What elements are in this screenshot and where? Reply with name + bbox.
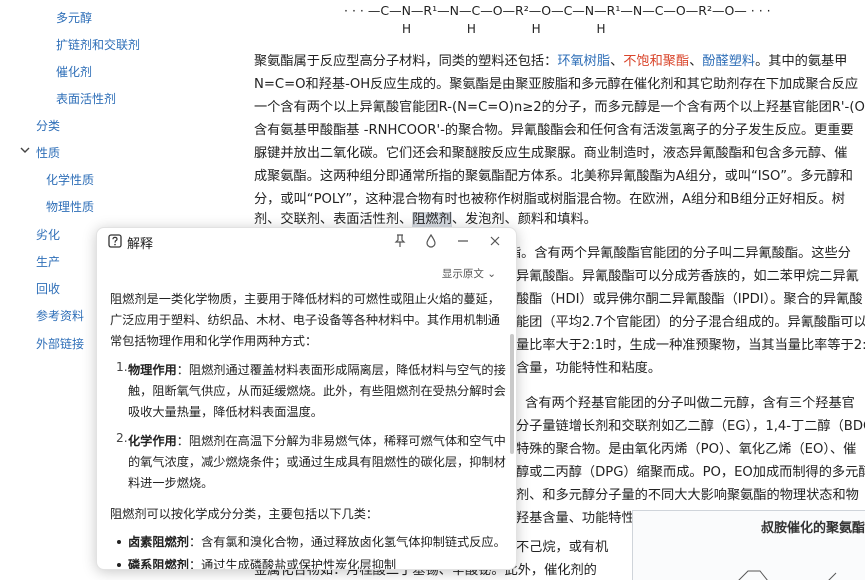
paragraph-line: 含有氨基甲酸酯基 -RNHCOOR'-的聚合物。异氰酸酯会和任何含有活泼氢离子的… (254, 123, 854, 138)
list-item-line: 触，阻断氧气供应，从而延缓燃烧。此外，有些阻燃剂在受热分解时会 (128, 384, 506, 398)
paragraph-line: 聚氨酯属于反应型高分子材料，同类的塑料还包括：环氧树脂、不饱和聚酯、酚醛塑料。其… (254, 50, 847, 69)
close-icon[interactable] (487, 233, 503, 249)
paragraph-line: 剂、交联剂、表面活性剂、阻燃剂、发泡剂、颜料和填料。 (254, 208, 597, 227)
explanation-popup: 解释 显示原文 ⌄ 阻燃剂是一类化学物质，主要用于降低材料的可燃性或阻止火焰的蔓… (96, 227, 517, 570)
paragraph-line: N=C=O和羟基-OH反应生成的。聚氨酯是由聚亚胺脂和多元醇在催化剂和其它助剂存… (254, 77, 859, 92)
paragraph-line: 不己烷，或有机 (516, 540, 609, 555)
highlighted-term[interactable]: 阻燃剂 (412, 212, 452, 227)
toc-item-recycling[interactable]: 回收 (36, 280, 60, 297)
text: 。其中的氨基甲 (755, 54, 848, 69)
toc-item-degradation[interactable]: 劣化 (36, 226, 60, 243)
text: ：阻燃剂在高温下分解为非易燃气体，稀释可燃气体和空气中 (176, 434, 506, 448)
minimize-icon[interactable] (455, 233, 471, 249)
popup-body: 显示原文 ⌄ 阻燃剂是一类化学物质，主要用于降低材料的可燃性或阻止火焰的蔓延， … (97, 254, 516, 569)
toc-item-external-links[interactable]: 外部链接 (36, 335, 84, 352)
bullet-heading: 卤素阻燃剂 (128, 535, 189, 549)
formula-hydrogens: H H H H (402, 22, 606, 36)
link-phenolic-plastic[interactable]: 酚醛塑料 (702, 54, 755, 69)
show-source-label[interactable]: 显示原文 (442, 268, 484, 280)
toc-item-chemical-properties[interactable]: 化学性质 (46, 171, 94, 188)
paragraph-line: 异氰酸酯。异氰酸酯可以分成芳香族的，如二苯甲烷二异氰 (516, 269, 859, 284)
text: 、发泡剂、颜料和填料。 (451, 212, 597, 227)
toc-item-production[interactable]: 生产 (36, 253, 60, 270)
paragraph-line: 量比率大于2:1时，生成一种准预聚物，当其当量比率等于2: (516, 338, 865, 353)
list-item-line: 物理作用：阻燃剂通过覆盖材料表面形成隔离层，降低材料与空气的接 (128, 360, 506, 378)
toc-item-classification[interactable]: 分类 (36, 117, 60, 134)
text: ：含有氯和溴化合物，通过释放卤化氢气体抑制链式反应。 (188, 535, 506, 549)
show-source-toggle[interactable]: 显示原文 ⌄ (442, 266, 496, 281)
paragraph-line: 醇或二丙醇（DPG）缩聚而成。PO，EO加成而制得的多元醇 (516, 465, 865, 480)
list-item-line: 吸收大量热量，降低材料表面温度。 (128, 405, 323, 419)
list-number: 1. (116, 360, 128, 374)
text: 、 (689, 54, 703, 69)
infobox-table: 叔胺催化的聚氨酯 (632, 510, 865, 580)
intro-line: 常包括物理作用和化学作用两种方式： (110, 334, 318, 348)
text: 剂、交联剂、表面活性剂、 (254, 212, 413, 227)
intro-line: 广泛应用于塑料、纺织品、木材、电子设备等各种材料中。其作用机制通 (110, 313, 500, 327)
formula-main: · · · —C—N—R¹—N—C—O—R²—O—C—N—R¹—N—C—O—R²… (344, 3, 771, 18)
link-unsaturated-polyester[interactable]: 不饱和聚酯 (623, 54, 689, 69)
toc-item-references[interactable]: 参考资料 (36, 307, 84, 324)
paragraph-line: 一个含有两个以上异氰酸官能团R-(N=C=O)n≥2的分子，而多元醇是一个含有两… (254, 100, 865, 115)
intro-line: 阻燃剂是一类化学物质，主要用于降低材料的可燃性或阻止火焰的蔓延， (110, 292, 500, 306)
bullet-item-line: 磷系阻燃剂：通过生成磷酸盐或保护性炭化层抑制 (128, 555, 396, 569)
link-epoxy-resin[interactable]: 环氧树脂 (557, 54, 610, 69)
help-icon (108, 234, 122, 248)
pin-icon[interactable] (392, 233, 408, 249)
paragraph-line: 特殊的聚合物。是由氧化丙烯（PO）、氧化乙烯（EO）、催 (516, 442, 857, 457)
paragraph-line: 脲键并放出二氧化碳。它们还会和聚醚胺反应生成聚脲。商业制造时，液态异氰酸酯和包含… (254, 146, 848, 161)
popup-header: 解释 (97, 228, 516, 254)
list-item-heading: 化学作用 (128, 434, 177, 448)
paragraph-line: 能团（平均2.7个官能团）的分子混合组成的。异氰酸酯可以 (516, 315, 865, 330)
chemical-formula: · · · —C—N—R¹—N—C—O—R²—O—C—N—R¹—N—C—O—R²… (344, 3, 864, 41)
toc-item-polyols[interactable]: 多元醇 (56, 9, 92, 26)
paragraph-line: 酯。含有两个异氰酸酯官能团的分子叫二异氰酸酯。这些分 (508, 246, 851, 261)
paragraph-line: 分子量链增长剂和交联剂如乙二醇（EG），1,4-丁二醇（BDO (516, 419, 865, 434)
list-number: 2. (116, 431, 128, 445)
infobox-caption: 叔胺催化的聚氨酯 (760, 521, 865, 536)
list-item-line: 的氧气浓度，减少燃烧条件；或通过生成具有阻燃性的碳化层，抑制材 (128, 455, 506, 469)
structure-diagram (738, 570, 837, 580)
classify-line: 阻燃剂可以按化学成分分类，主要包括以下几类： (110, 507, 379, 521)
bullet-item-line: 卤素阻燃剂：含有氯和溴化合物，通过释放卤化氢气体抑制链式反应。 (128, 532, 506, 550)
paragraph-line: 含量，功能特性和粘度。 (516, 361, 662, 376)
text: 聚氨酯属于反应型高分子材料，同类的塑料还包括： (254, 54, 558, 69)
toc-item-chain-extenders[interactable]: 扩链剂和交联剂 (56, 36, 140, 53)
bullet-icon (117, 540, 121, 544)
paragraph-line: 酸酯（HDI）或异佛尔酮二异氰酸酯（IPDI）。聚合的异氰酸 (516, 292, 863, 307)
bullet-heading: 磷系阻燃剂 (128, 558, 189, 569)
list-item-line: 料进一步燃烧。 (128, 476, 214, 490)
text: 、 (610, 54, 624, 69)
paragraph-line: 剂、和多元醇分子量的不同大大影响聚氨酯的物理状态和物 (516, 488, 859, 503)
text: ：阻燃剂通过覆盖材料表面形成隔离层，降低材料与空气的接 (176, 363, 506, 377)
text: ：通过生成磷酸盐或保护性炭化层抑制 (188, 558, 397, 569)
toc-item-catalysts[interactable]: 催化剂 (56, 63, 92, 80)
list-item-heading: 物理作用 (128, 363, 177, 377)
popup-scrollbar[interactable] (510, 334, 514, 454)
chevron-down-icon[interactable] (18, 143, 32, 157)
toc-item-physical-properties[interactable]: 物理性质 (46, 198, 94, 215)
popup-title: 解释 (127, 237, 154, 252)
paragraph-line: 分，或叫“POLY”，这种混合物有时也被称作树脂或树脂混合物。在欧洲，A组分和B… (254, 192, 845, 207)
bullet-icon (117, 563, 121, 567)
drop-icon[interactable] (423, 233, 439, 249)
toc-item-surfactants[interactable]: 表面活性剂 (56, 90, 116, 107)
toc-item-properties[interactable]: 性质 (36, 144, 60, 161)
list-item-line: 化学作用：阻燃剂在高温下分解为非易燃气体，稀释可燃气体和空气中 (128, 431, 506, 449)
paragraph-line: 成聚氨酯。这两种组分即通常所指的聚氨酯配方体系。北美称异氰酸酯为A组分，或叫“I… (254, 169, 853, 184)
chevron-down-icon[interactable]: ⌄ (487, 268, 496, 280)
paragraph-line: ，含有两个羟基官能团的分子叫做二元醇，含有三个羟基官 (512, 396, 855, 411)
